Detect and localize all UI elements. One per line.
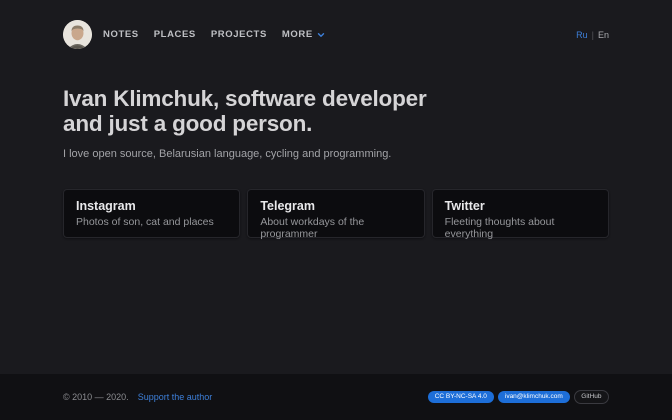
nav-item-more[interactable]: MORE (282, 29, 325, 40)
hero-subtitle: I love open source, Belarusian language,… (63, 148, 609, 160)
chevron-down-icon (317, 31, 325, 39)
card-twitter[interactable]: Twitter Fleeting thoughts about everythi… (432, 189, 609, 238)
github-badge[interactable]: GitHub (574, 390, 609, 404)
page-title-line1: Ivan Klimchuk, software developer (63, 86, 427, 111)
license-badge[interactable]: CC BY-NC-SA 4.0 (428, 391, 494, 404)
avatar[interactable] (63, 20, 92, 49)
site-header: NOTES PLACES PROJECTS MORE Ru | En (63, 0, 609, 49)
card-description: Fleeting thoughts about everything (445, 216, 596, 240)
card-title: Instagram (76, 199, 227, 213)
email-badge[interactable]: ivan@klimchuk.com (498, 391, 570, 404)
nav-item-places[interactable]: PLACES (154, 29, 196, 40)
person-portrait-photo (63, 20, 92, 49)
social-cards: Instagram Photos of son, cat and places … (63, 189, 609, 238)
page-title: Ivan Klimchuk, software developer and ju… (63, 86, 609, 136)
site-footer: © 2010 — 2020. Support the author CC BY-… (0, 374, 672, 420)
nav-item-more-label: MORE (282, 29, 313, 40)
support-author-link[interactable]: Support the author (138, 392, 213, 402)
page: NOTES PLACES PROJECTS MORE Ru | En Ivan … (0, 0, 672, 420)
hero-section: Ivan Klimchuk, software developer and ju… (63, 86, 609, 160)
card-title: Telegram (260, 199, 411, 213)
card-telegram[interactable]: Telegram About workdays of the programme… (247, 189, 424, 238)
card-description: Photos of son, cat and places (76, 216, 227, 228)
card-instagram[interactable]: Instagram Photos of son, cat and places (63, 189, 240, 238)
main-nav: NOTES PLACES PROJECTS MORE (103, 29, 325, 40)
copyright-text: © 2010 — 2020. (63, 392, 129, 402)
nav-item-notes[interactable]: NOTES (103, 29, 139, 40)
language-switcher: Ru | En (576, 30, 609, 40)
card-description: About workdays of the programmer (260, 216, 411, 240)
lang-ru-link[interactable]: Ru (576, 30, 588, 40)
nav-item-projects[interactable]: PROJECTS (211, 29, 267, 40)
lang-separator: | (592, 30, 594, 40)
main-content: Ivan Klimchuk, software developer and ju… (63, 49, 609, 238)
lang-en-link[interactable]: En (598, 30, 609, 40)
card-title: Twitter (445, 199, 596, 213)
footer-badges: CC BY-NC-SA 4.0 ivan@klimchuk.com GitHub (428, 390, 609, 404)
page-title-line2: and just a good person. (63, 111, 312, 136)
